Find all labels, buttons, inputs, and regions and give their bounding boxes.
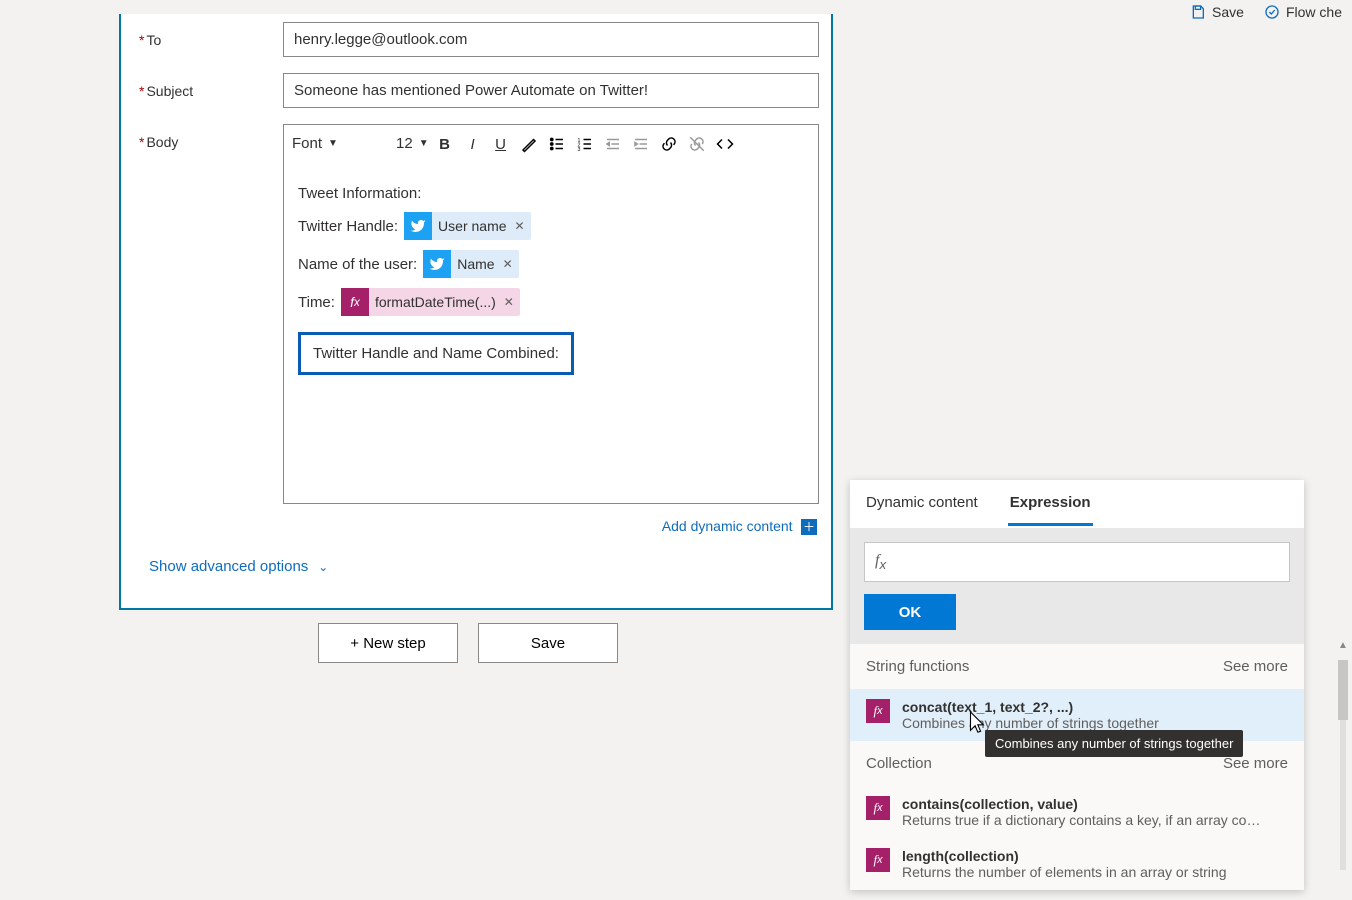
twitter-icon (404, 212, 432, 240)
fn-name: contains(collection, value) (902, 796, 1262, 812)
fx-icon: fx (866, 796, 890, 820)
add-dynamic-content-link[interactable]: Add dynamic content (662, 518, 793, 534)
expression-panel: Dynamic content Expression fx OK String … (850, 480, 1304, 890)
italic-button[interactable]: I (461, 132, 485, 156)
text-tweet-info: Tweet Information: (298, 185, 421, 202)
numbered-list-button[interactable]: 123 (573, 132, 597, 156)
unlink-button[interactable] (685, 132, 709, 156)
fn-desc: Returns the number of elements in an arr… (902, 864, 1227, 880)
fn-contains[interactable]: fx contains(collection, value) Returns t… (850, 786, 1304, 838)
tab-expression[interactable]: Expression (1008, 482, 1093, 526)
add-dynamic-plus-icon[interactable]: ＋ (801, 519, 817, 535)
group-title: String functions (866, 658, 969, 675)
text-color-button[interactable] (517, 132, 541, 156)
svg-text:3: 3 (577, 147, 580, 153)
ok-button[interactable]: OK (864, 594, 956, 630)
fn-desc: Returns true if a dictionary contains a … (902, 812, 1262, 828)
panel-scrollbar[interactable]: ▲ (1338, 640, 1348, 890)
group-title: Collection (866, 755, 932, 772)
token-name[interactable]: Name ✕ (423, 250, 518, 278)
rte-content[interactable]: Tweet Information: Twitter Handle: User … (284, 163, 818, 503)
fn-name: length(collection) (902, 848, 1227, 864)
text-name-of-user: Name of the user: (298, 256, 417, 273)
bold-button[interactable]: B (433, 132, 457, 156)
add-dynamic-row: Add dynamic content ＋ (133, 512, 819, 540)
expression-input-wrap: fx (864, 542, 1290, 582)
link-button[interactable] (657, 132, 681, 156)
row-to: *To (133, 14, 819, 65)
remove-token-icon[interactable]: ✕ (503, 257, 513, 271)
expression-function-list: String functions See more fx concat(text… (850, 644, 1304, 890)
input-to[interactable] (283, 22, 819, 57)
text-twitter-handle: Twitter Handle: (298, 218, 398, 235)
save-action-label: Save (1212, 4, 1244, 20)
fn-name: concat(text_1, text_2?, ...) (902, 699, 1159, 715)
text-combined: Twitter Handle and Name Combined: (313, 345, 559, 362)
expression-input[interactable] (896, 552, 1289, 573)
outdent-button[interactable] (601, 132, 625, 156)
label-subject: *Subject (133, 73, 283, 99)
rte-toolbar: Font▼ 12▼ B I U 123 (284, 125, 818, 163)
underline-button[interactable]: U (489, 132, 513, 156)
token-user-name[interactable]: User name ✕ (404, 212, 531, 240)
expression-tabs: Dynamic content Expression (850, 480, 1304, 528)
label-to: *To (133, 22, 283, 48)
new-step-button[interactable]: + New step (318, 623, 458, 663)
row-body: *Body Font▼ 12▼ B I U 123 (133, 116, 819, 512)
text-time: Time: (298, 294, 335, 311)
fx-icon: fx (866, 699, 890, 723)
row-subject: *Subject (133, 65, 819, 116)
chevron-down-icon: ⌄ (318, 560, 328, 574)
tab-dynamic-content[interactable]: Dynamic content (864, 482, 980, 526)
top-actions: Save Flow che (1190, 0, 1342, 24)
fx-icon: fx (341, 288, 369, 316)
save-action[interactable]: Save (1190, 4, 1244, 20)
token-format-date-time[interactable]: fx formatDateTime(...) ✕ (341, 288, 520, 316)
label-body: *Body (133, 124, 283, 150)
indent-button[interactable] (629, 132, 653, 156)
highlight-combined-line: Twitter Handle and Name Combined: (298, 332, 574, 375)
code-view-button[interactable] (713, 132, 737, 156)
fx-icon: fx (875, 552, 886, 572)
font-size-select[interactable]: 12▼ (396, 131, 429, 157)
form-body: *To *Subject *Body Font▼ 12▼ B I U 123 (121, 14, 831, 608)
bullet-list-button[interactable] (545, 132, 569, 156)
flow-checker-icon (1264, 4, 1280, 20)
show-advanced-link[interactable]: Show advanced options⌄ (149, 558, 328, 575)
input-subject[interactable] (283, 73, 819, 108)
send-email-card: *To *Subject *Body Font▼ 12▼ B I U 123 (119, 14, 833, 610)
group-header-string: String functions See more (850, 644, 1304, 689)
font-family-select[interactable]: Font▼ (292, 131, 392, 157)
save-icon (1190, 4, 1206, 20)
fn-length[interactable]: fx length(collection) Returns the number… (850, 838, 1304, 890)
fn-desc: Combines any number of strings together (902, 715, 1159, 731)
twitter-icon (423, 250, 451, 278)
fx-icon: fx (866, 848, 890, 872)
remove-token-icon[interactable]: ✕ (504, 295, 514, 309)
body-editor: Font▼ 12▼ B I U 123 Tweet Information: (283, 124, 819, 504)
flow-checker-action[interactable]: Flow che (1264, 4, 1342, 20)
flow-checker-label: Flow che (1286, 4, 1342, 20)
see-more-link[interactable]: See more (1223, 755, 1288, 772)
expression-input-area: fx OK (850, 528, 1304, 644)
remove-token-icon[interactable]: ✕ (515, 219, 525, 233)
see-more-link[interactable]: See more (1223, 658, 1288, 675)
advanced-row: Show advanced options⌄ (133, 540, 819, 596)
save-button[interactable]: Save (478, 623, 618, 663)
tooltip: Combines any number of strings together (985, 730, 1243, 757)
footer-buttons: + New step Save (318, 623, 618, 663)
